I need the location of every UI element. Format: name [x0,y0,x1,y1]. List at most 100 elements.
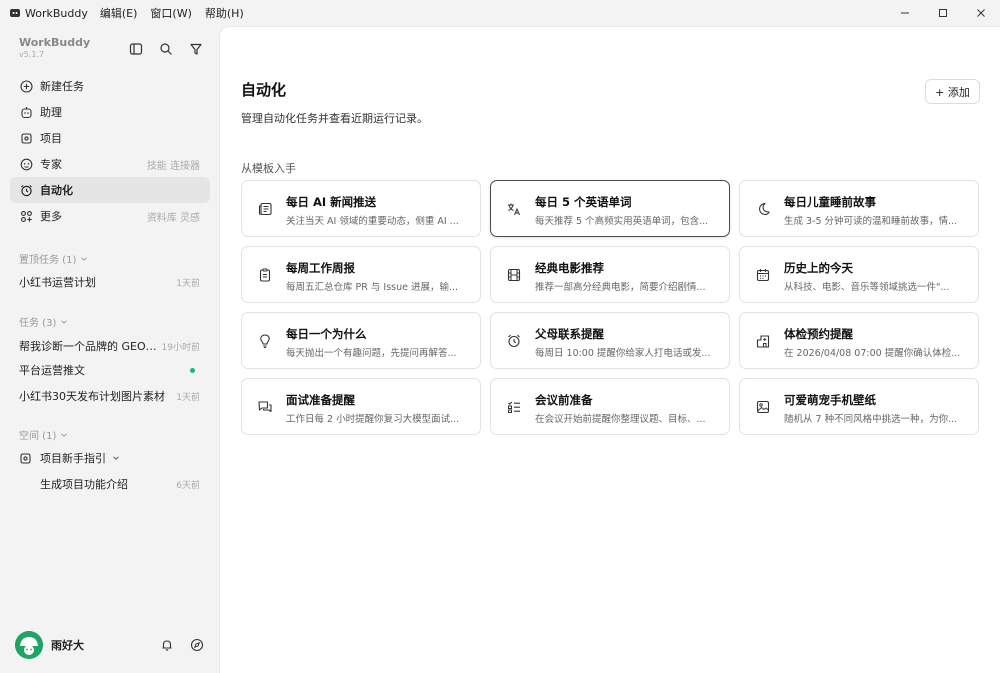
nav-project[interactable]: 项目 [10,125,210,151]
project-icon [19,451,33,465]
task-item[interactable]: 平台运营推文 [19,360,200,380]
image-icon [755,399,771,415]
compass-icon[interactable] [189,637,205,653]
user-bar: 雨好大 [15,630,205,660]
avatar[interactable] [15,631,43,659]
chevron-down-icon [61,432,68,437]
page-subtitle: 管理自动化任务并查看近期运行记录。 [241,112,428,125]
minimize-button[interactable] [886,0,924,26]
card-title: 每日 AI 新闻推送 [286,195,377,209]
nav-label: 自动化 [40,184,73,197]
newspaper-icon [257,201,273,217]
card-title: 父母联系提醒 [535,327,604,341]
task-label: 小红书30天发布计划图片素材 [19,390,165,403]
template-card[interactable]: 经典电影推荐 推荐一部高分经典电影，简要介绍剧情... [490,246,730,303]
card-description: 在 2026/04/08 07:00 提醒你确认体检... [784,348,961,359]
chevron-down-icon [61,319,68,324]
alarm-clock-icon [506,333,522,349]
window-controls [886,0,1000,26]
template-card[interactable]: 每日一个为什么 每天抛出一个有趣问题，先提问再解答... [241,312,481,369]
nav-more[interactable]: 更多 资料库 灵感 [10,203,210,229]
task-label: 生成项目功能介绍 [40,478,128,491]
task-item[interactable]: 小红书30天发布计划图片素材 1天前 [19,386,200,406]
project-icon [19,131,33,145]
grid-icon [19,209,33,223]
brand-version: v5.1.7 [19,50,45,59]
pinned-task-item[interactable]: 小红书运营计划 1天前 [19,272,200,292]
spaces-section-label: 空间 (1) [19,431,57,442]
nav-label: 新建任务 [40,80,84,93]
pinned-section-label: 置顶任务 (1) [19,255,77,266]
calendar-icon [755,267,771,283]
space-project-item[interactable]: 项目新手指引 [19,448,200,468]
search-icon[interactable] [158,41,174,57]
expert-icon [19,157,33,171]
template-card[interactable]: 体检预约提醒 在 2026/04/08 07:00 提醒你确认体检... [739,312,979,369]
nav-label: 项目 [40,132,62,145]
chevron-down-icon [81,256,88,261]
card-description: 从科技、电影、音乐等领域挑选一件"... [784,282,950,293]
close-button[interactable] [962,0,1000,26]
clipboard-icon [257,267,273,283]
task-label: 平台运营推文 [19,364,85,377]
template-card[interactable]: 可爱萌宠手机壁纸 随机从 7 种不同风格中挑选一种，为你... [739,378,979,435]
template-card[interactable]: 每周工作周报 每周五汇总仓库 PR 与 Issue 进展，输... [241,246,481,303]
spaces-section-toggle[interactable]: 空间 (1) [19,427,68,442]
card-title: 历史上的今天 [784,261,853,275]
chat-icon [257,399,273,415]
sidebar-toggle-icon[interactable] [128,41,144,57]
menu-edit[interactable]: 编辑(E) [100,5,138,21]
moon-icon [755,201,771,217]
card-title: 每周工作周报 [286,261,355,275]
card-description: 关注当天 AI 领域的重要动态，侧重 AI ... [286,216,459,227]
space-project-label: 项目新手指引 [40,452,106,465]
task-time: 1天前 [176,392,200,403]
alarm-icon [19,183,33,197]
card-title: 面试准备提醒 [286,393,355,407]
sidebar-tools [128,41,204,57]
card-description: 生成 3-5 分钟可读的温和睡前故事，情... [784,216,958,227]
nav-new-task[interactable]: 新建任务 [10,73,210,99]
menu-window[interactable]: 窗口(W) [150,5,191,21]
task-item[interactable]: 帮我诊断一个品牌的 GEO ... 19小时前 [19,336,200,356]
nav-assistant[interactable]: 助理 [10,99,210,125]
card-description: 工作日每 2 小时提醒你复习大模型面试... [286,414,460,425]
main-panel: 自动化 管理自动化任务并查看近期运行记录。 + 添加 从模板入手 每日 AI 新… [219,26,1000,673]
maximize-button[interactable] [924,0,962,26]
nav-automation[interactable]: 自动化 [10,177,210,203]
title-bar: WorkBuddy 编辑(E) 窗口(W) 帮助(H) [0,0,1000,26]
sidebar-nav: 新建任务 助理 项目 专家 技能 连接器 自动化 更多 资料库 灵感 [10,73,210,229]
menu-help[interactable]: 帮助(H) [205,5,244,21]
template-card[interactable]: 每日 5 个英语单词 每天推荐 5 个高频实用英语单词，包含... [490,180,730,237]
user-name: 雨好大 [51,639,84,652]
template-card[interactable]: 会议前准备 在会议开始前提醒你整理议题、目标、... [490,378,730,435]
translate-icon [506,201,522,217]
bell-icon[interactable] [159,637,175,653]
page-title: 自动化 [241,81,287,99]
nav-hint: 技能 连接器 [146,160,200,172]
add-automation-button[interactable]: + 添加 [925,79,980,104]
filter-icon[interactable] [188,41,204,57]
card-description: 随机从 7 种不同风格中挑选一种，为你... [784,414,958,425]
hospital-icon [755,333,771,349]
template-card[interactable]: 每日儿童睡前故事 生成 3-5 分钟可读的温和睡前故事，情... [739,180,979,237]
tasks-section-toggle[interactable]: 任务 (3) [19,314,68,329]
card-title: 每日儿童睡前故事 [784,195,876,209]
minimize-icon [901,12,909,14]
plus-circle-icon [19,79,33,93]
card-description: 推荐一部高分经典电影，简要介绍剧情... [535,282,706,293]
template-card[interactable]: 父母联系提醒 每周日 10:00 提醒你给家人打电话或发... [490,312,730,369]
maximize-icon [939,9,947,17]
card-title: 可爱萌宠手机壁纸 [784,393,876,407]
template-card[interactable]: 每日 AI 新闻推送 关注当天 AI 领域的重要动态，侧重 AI ... [241,180,481,237]
brand: WorkBuddy v5.1.7 [19,36,90,59]
template-card[interactable]: 面试准备提醒 工作日每 2 小时提醒你复习大模型面试... [241,378,481,435]
nav-expert[interactable]: 专家 技能 连接器 [10,151,210,177]
pinned-section-toggle[interactable]: 置顶任务 (1) [19,251,88,266]
checklist-icon [506,399,522,415]
space-task-item[interactable]: 生成项目功能介绍 6天前 [40,474,200,494]
template-card[interactable]: 历史上的今天 从科技、电影、音乐等领域挑选一件"... [739,246,979,303]
card-description: 每周五汇总仓库 PR 与 Issue 进展，输... [286,282,459,293]
film-icon [506,267,522,283]
app-logo-icon [10,9,20,17]
